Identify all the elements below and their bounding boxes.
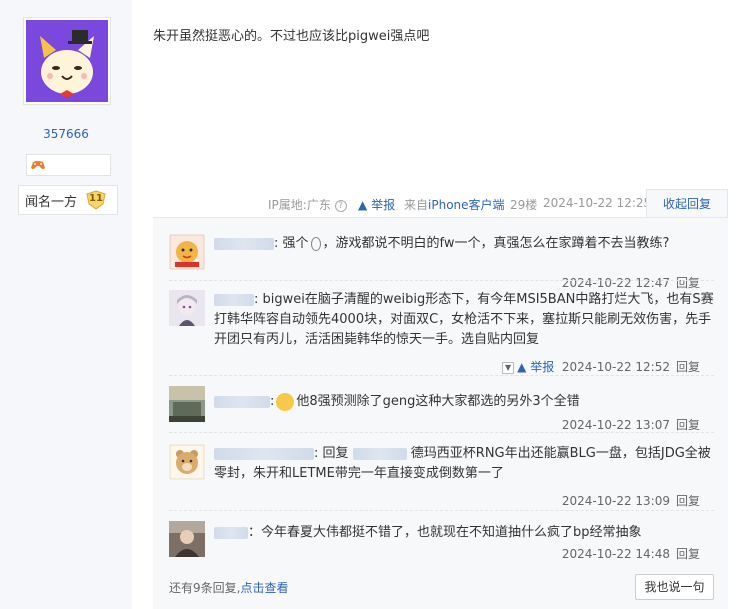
reply-meta: 2024-10-22 13:07 回复 — [562, 416, 700, 433]
view-more-link[interactable]: 点击查看 — [240, 581, 288, 595]
user-badge-strip — [26, 154, 111, 176]
more-replies-count: 还有9条回复, — [169, 581, 241, 595]
blurred-username[interactable] — [214, 447, 314, 460]
reply-meta: ▼ ▲ 举报 2024-10-22 12:52 回复 — [502, 358, 700, 375]
emoji-icon — [310, 236, 321, 251]
post-content: 朱开虽然挺恶心的。不过也应该比pigwei强点吧 — [153, 29, 430, 44]
reply-text-part: : bigwei在脑子清醒的weibig形态下，有今年MSI5BAN中路打烂大飞… — [214, 292, 714, 347]
reply-text-part2: ，游戏都说不明白的fw一个，真强怎么在家蹲着不去当教练? — [322, 236, 670, 251]
reply-time: 2024-10-22 13:07 — [561, 418, 670, 432]
say-something-button[interactable]: 我也说一句 — [635, 574, 714, 600]
reply-text: ：今年春夏大伟都挺不错了，也就现在不知道抽什么疯了bp经常抽象 — [214, 523, 714, 543]
floor-number: 29楼 — [510, 198, 538, 212]
gamepad-badge-icon — [31, 161, 45, 169]
username-link[interactable]: 357666 — [0, 127, 132, 141]
reply-text: : 他8强预测除了geng这种大家都选的另外3个全错 — [214, 392, 714, 412]
report-label: 举报 — [530, 360, 555, 374]
user-avatar[interactable] — [23, 17, 111, 105]
thinking-emoji-icon — [276, 392, 295, 411]
reply-text: : 回复 德玛西亚杯RNG年出还能赢BLG一盘，包括JDG全被零封，朱开和LET… — [214, 444, 714, 484]
reply-text-part: : 强个 — [274, 236, 309, 251]
reply-text-part: : 回复 — [314, 446, 349, 461]
reply-avatar[interactable] — [169, 521, 205, 557]
warning-icon: ▲ — [517, 360, 527, 374]
reply-time: 2024-10-22 13:09 — [561, 494, 670, 508]
blurred-username[interactable] — [214, 526, 248, 539]
post-report-link[interactable]: ▲ 举报 — [358, 196, 395, 213]
divider — [169, 432, 714, 433]
divider — [169, 375, 714, 376]
reply-button[interactable]: 回复 — [676, 547, 700, 561]
user-level-box[interactable]: 闻名一方 11 — [18, 185, 118, 215]
blurred-username[interactable] — [214, 293, 254, 306]
level-number: 11 — [89, 193, 103, 204]
reply-meta: 2024-10-22 12:47 回复 — [562, 274, 700, 291]
ip-label: IP属地:广东 — [268, 198, 331, 212]
iphone-client-link[interactable]: iPhone客户端 — [428, 198, 505, 212]
help-circle-icon[interactable]: ? — [334, 199, 347, 212]
reply-avatar[interactable] — [169, 444, 205, 480]
more-replies: 还有9条回复,点击查看 — [169, 579, 288, 596]
divider — [169, 280, 714, 281]
cat-avatar-image — [26, 20, 108, 102]
level-title: 闻名一方 — [25, 194, 78, 210]
blurred-username[interactable] — [214, 395, 270, 408]
reply-meta: 2024-10-22 14:48 回复 — [562, 545, 700, 562]
chevron-down-icon[interactable]: ▼ — [502, 361, 515, 374]
blurred-username[interactable] — [214, 237, 274, 250]
reply-meta: 2024-10-22 13:09 回复 — [562, 492, 700, 509]
report-label: 举报 — [371, 198, 396, 212]
reply-time: 2024-10-22 12:47 — [561, 276, 670, 290]
warning-icon: ▲ — [358, 198, 368, 212]
ip-location: IP属地:广东 ? — [268, 196, 347, 213]
reply-time: 2024-10-22 14:48 — [561, 547, 670, 561]
blurred-mention[interactable] — [352, 447, 407, 460]
user-sidebar: 357666 闻名一方 11 — [0, 0, 132, 609]
reply-avatar[interactable] — [169, 290, 205, 326]
level-shield-icon: 11 — [85, 190, 107, 210]
reply-button[interactable]: 回复 — [676, 494, 700, 508]
reply-text: : bigwei在脑子清醒的weibig形态下，有今年MSI5BAN中路打烂大飞… — [214, 290, 714, 350]
divider — [169, 510, 714, 511]
reply-panel: : 强个 ，游戏都说不明白的fw一个，真强怎么在家蹲着不去当教练? 2024-10… — [153, 217, 728, 609]
reply-text-part: 他8强预测除了geng这种大家都选的另外3个全错 — [296, 394, 580, 409]
collapse-replies-tab[interactable]: 收起回复 — [646, 189, 728, 218]
reply-time: 2024-10-22 12:52 — [561, 360, 670, 374]
post-time: 2024-10-22 12:25 — [543, 196, 652, 210]
reply-button[interactable]: 回复 — [676, 360, 700, 374]
reply-text: : 强个 ，游戏都说不明白的fw一个，真强怎么在家蹲着不去当教练? — [214, 234, 714, 254]
source-prefix: 来自 — [404, 198, 429, 212]
reply-avatar[interactable] — [169, 234, 205, 270]
reply-report-link[interactable]: ▲ 举报 — [517, 360, 554, 374]
reply-button[interactable]: 回复 — [676, 418, 700, 432]
reply-avatar[interactable] — [169, 386, 205, 422]
reply-text-part: ：今年春夏大伟都挺不错了，也就现在不知道抽什么疯了bp经常抽象 — [248, 525, 642, 540]
reply-button[interactable]: 回复 — [676, 276, 700, 290]
post-source: 来自iPhone客户端 — [404, 196, 505, 213]
